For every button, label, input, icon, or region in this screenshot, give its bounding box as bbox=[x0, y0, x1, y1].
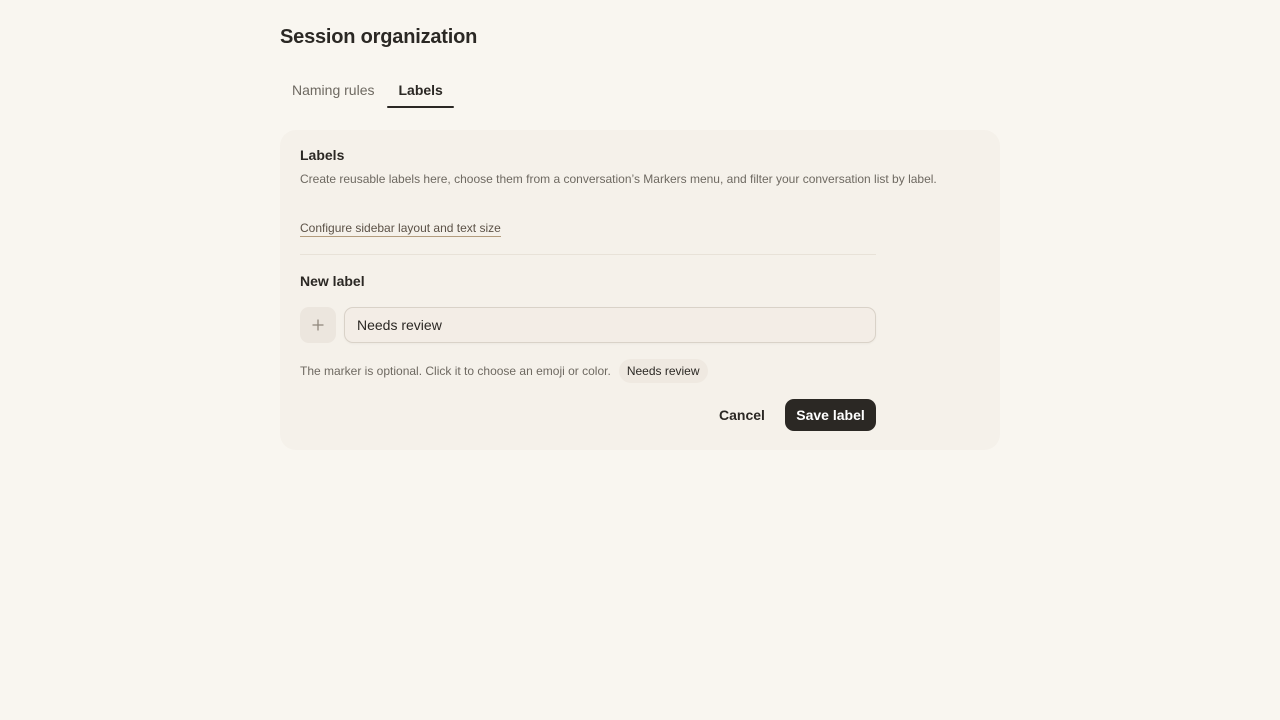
section-divider bbox=[300, 254, 876, 255]
page-title: Session organization bbox=[280, 26, 478, 48]
label-preview-chip: Needs review bbox=[618, 359, 708, 383]
plus-icon bbox=[312, 319, 324, 331]
new-label-title: New label bbox=[300, 273, 365, 289]
label-name-input[interactable] bbox=[344, 307, 876, 343]
marker-helper-text: The marker is optional. Click it to choo… bbox=[300, 364, 611, 378]
labels-section-title: Labels bbox=[300, 147, 345, 163]
cancel-button[interactable]: Cancel bbox=[708, 399, 776, 431]
tab-labels[interactable]: Labels bbox=[386, 72, 455, 108]
labels-section-description: Create reusable labels here, choose them… bbox=[300, 172, 937, 186]
tab-bar: Naming rules Labels bbox=[280, 72, 455, 108]
marker-helper-row: The marker is optional. Click it to choo… bbox=[300, 359, 708, 383]
marker-picker-button[interactable] bbox=[300, 307, 336, 343]
save-label-button[interactable]: Save label bbox=[785, 399, 876, 431]
configure-sidebar-link[interactable]: Configure sidebar layout and text size bbox=[300, 221, 501, 237]
tab-naming-rules[interactable]: Naming rules bbox=[280, 72, 386, 108]
labels-card: Labels Create reusable labels here, choo… bbox=[280, 130, 1000, 450]
